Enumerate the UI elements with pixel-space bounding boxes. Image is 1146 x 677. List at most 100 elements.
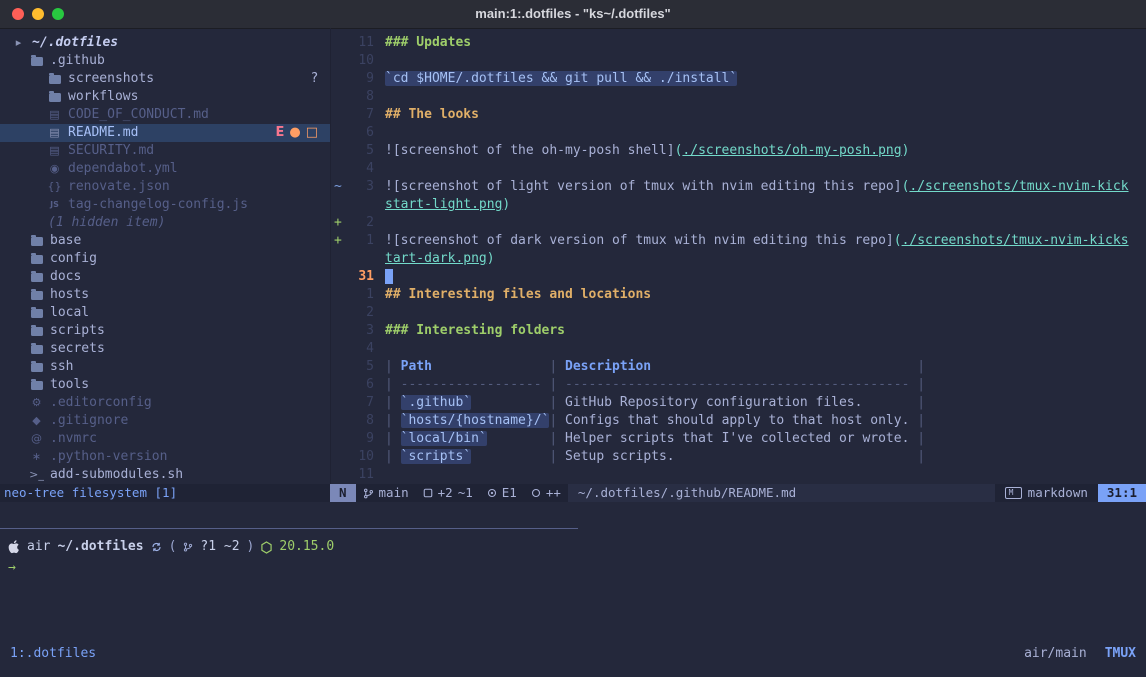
status-badge: E bbox=[275, 124, 284, 142]
at-icon: @ bbox=[30, 430, 43, 448]
editor-line[interactable]: 8| `hosts/{hostname}/`| Configs that sho… bbox=[331, 412, 1146, 430]
editor-line[interactable]: 3### Interesting folders bbox=[331, 322, 1146, 340]
tree-item-renovate.json[interactable]: {}renovate.json bbox=[0, 178, 330, 196]
tree-item-security.md[interactable]: ▤SECURITY.md bbox=[0, 142, 330, 160]
line-segment: | bbox=[385, 413, 401, 428]
editor-line[interactable]: 5![screenshot of the oh-my-posh shell](.… bbox=[331, 142, 1146, 160]
tree-item-.gitignore[interactable]: ◆.gitignore bbox=[0, 412, 330, 430]
line-segment bbox=[471, 449, 549, 464]
tree-item-code-of-conduct.md[interactable]: ▤CODE_OF_CONDUCT.md bbox=[0, 106, 330, 124]
tree-item-label: .nvmrc bbox=[50, 430, 97, 448]
tree-item-.github[interactable]: .github bbox=[0, 52, 330, 70]
tree-item-dependabot.yml[interactable]: ◉dependabot.yml bbox=[0, 160, 330, 178]
editor-line[interactable]: 7## The looks bbox=[331, 106, 1146, 124]
gutter-sign bbox=[331, 124, 348, 142]
tree-item-.python-version[interactable]: ∗.python-version bbox=[0, 448, 330, 466]
line-text: `cd $HOME/.dotfiles && git pull && ./ins… bbox=[385, 70, 1146, 88]
tree-item-workflows[interactable]: workflows bbox=[0, 88, 330, 106]
line-text: | Path | Description | bbox=[385, 358, 1146, 376]
sync-icon bbox=[151, 541, 162, 553]
tree-item-ssh[interactable]: ssh bbox=[0, 358, 330, 376]
gutter-sign bbox=[331, 286, 348, 304]
gutter-sign bbox=[331, 466, 348, 484]
line-segment: ## Interesting files and locations bbox=[385, 287, 651, 302]
tree-item-local[interactable]: local bbox=[0, 304, 330, 322]
folder-icon bbox=[31, 273, 43, 282]
zoom-button[interactable] bbox=[52, 8, 64, 20]
folder-icon bbox=[31, 309, 43, 318]
tree-item-.dotfiles[interactable]: ▸~/.dotfiles bbox=[0, 34, 330, 52]
tree-item-scripts[interactable]: scripts bbox=[0, 322, 330, 340]
prompt-host: air bbox=[27, 538, 50, 556]
line-segment bbox=[432, 359, 549, 374]
tree-item-tag-changelog-config.js[interactable]: JStag-changelog-config.js bbox=[0, 196, 330, 214]
tree-item-label: (1 hidden item) bbox=[48, 214, 165, 232]
editor-line[interactable]: start-light.png) bbox=[331, 196, 1146, 214]
line-number: 10 bbox=[348, 448, 374, 466]
line-segment: ) bbox=[902, 143, 910, 158]
editor-line[interactable]: 4 bbox=[331, 340, 1146, 358]
editor-line[interactable]: 4 bbox=[331, 160, 1146, 178]
editor-line[interactable]: 11 bbox=[331, 466, 1146, 484]
editor-line[interactable]: 10 | `scripts` | Setup scripts. | bbox=[331, 448, 1146, 466]
line-segment: | bbox=[385, 395, 401, 410]
neotree-status: neo-tree filesystem [1] bbox=[0, 484, 330, 502]
editor-line[interactable]: 5| Path | Description | bbox=[331, 358, 1146, 376]
minimize-button[interactable] bbox=[32, 8, 44, 20]
line-text: | `scripts` | Setup scripts. | bbox=[385, 448, 1146, 466]
editor-line[interactable]: 11 ### Updates bbox=[331, 34, 1146, 52]
editor-line[interactable]: 7| `.github` | GitHub Repository configu… bbox=[331, 394, 1146, 412]
close-button[interactable] bbox=[12, 8, 24, 20]
diagnostics: E1 bbox=[480, 484, 524, 502]
folder-icon bbox=[31, 363, 43, 372]
line-number: 4 bbox=[348, 160, 374, 178]
editor-line[interactable]: 10 bbox=[331, 52, 1146, 70]
editor-line[interactable]: 9| `local/bin` | Helper scripts that I'v… bbox=[331, 430, 1146, 448]
line-text bbox=[385, 124, 1146, 142]
tree-item-secrets[interactable]: secrets bbox=[0, 340, 330, 358]
editor-line[interactable]: 2 bbox=[331, 304, 1146, 322]
gutter-sign bbox=[331, 34, 348, 52]
line-text bbox=[385, 304, 1146, 322]
line-segment: | bbox=[385, 377, 401, 392]
line-number: 3 bbox=[348, 322, 374, 340]
shell-pane[interactable]: air ~/.dotfiles ( ?1 ~2 ) 20.15.0 → bbox=[0, 530, 1146, 630]
folder-icon bbox=[31, 327, 43, 336]
editor-line[interactable]: 8 bbox=[331, 88, 1146, 106]
gutter-sign bbox=[331, 70, 348, 88]
tree-item-1-hidden-item[interactable]: (1 hidden item) bbox=[0, 214, 330, 232]
tree-item-hosts[interactable]: hosts bbox=[0, 286, 330, 304]
gutter-sign bbox=[331, 250, 348, 268]
tree-item-.editorconfig[interactable]: ⚙.editorconfig bbox=[0, 394, 330, 412]
git-branch: main bbox=[356, 484, 416, 502]
editor-line[interactable]: +1![screenshot of dark version of tmux w… bbox=[331, 232, 1146, 250]
editor-line[interactable]: 31 bbox=[331, 268, 1146, 286]
editor-line[interactable]: 6| ------------------ | ----------------… bbox=[331, 376, 1146, 394]
line-number: 11 bbox=[348, 34, 374, 52]
editor-line[interactable]: +2 bbox=[331, 214, 1146, 232]
editor-line[interactable]: 9`cd $HOME/.dotfiles && git pull && ./in… bbox=[331, 70, 1146, 88]
filetype-indicator: markdown bbox=[995, 484, 1098, 502]
tmux-pane-border[interactable] bbox=[0, 528, 578, 529]
tmux-window-tab[interactable]: 1:.dotfiles bbox=[10, 645, 96, 663]
tree-item-add-submodules.sh[interactable]: >_add-submodules.sh bbox=[0, 466, 330, 484]
tree-item-label: .gitignore bbox=[50, 412, 128, 430]
editor-line[interactable]: tart-dark.png) bbox=[331, 250, 1146, 268]
line-text: ![screenshot of the oh-my-posh shell](./… bbox=[385, 142, 1146, 160]
tree-item-docs[interactable]: docs bbox=[0, 268, 330, 286]
git-status-badges: ? bbox=[311, 70, 330, 88]
line-segment: ### Updates bbox=[385, 35, 471, 50]
editor-line[interactable]: 1## Interesting files and locations bbox=[331, 286, 1146, 304]
line-segment: | bbox=[549, 395, 565, 410]
editor-line[interactable]: ~3![screenshot of light version of tmux … bbox=[331, 178, 1146, 196]
line-segment: | bbox=[549, 413, 565, 428]
editor-buffer[interactable]: 11### Updates 10 9`cd $HOME/.dotfiles &&… bbox=[330, 28, 1146, 484]
editor-line[interactable]: 6 bbox=[331, 124, 1146, 142]
tree-item-screenshots[interactable]: screenshots? bbox=[0, 70, 330, 88]
tree-item-base[interactable]: base bbox=[0, 232, 330, 250]
tree-item-config[interactable]: config bbox=[0, 250, 330, 268]
tree-item-readme.md[interactable]: ▤README.mdE●□ bbox=[0, 124, 330, 142]
line-number: 9 bbox=[348, 430, 374, 448]
tree-item-.nvmrc[interactable]: @ .nvmrc bbox=[0, 430, 330, 448]
tree-item-tools[interactable]: tools bbox=[0, 376, 330, 394]
